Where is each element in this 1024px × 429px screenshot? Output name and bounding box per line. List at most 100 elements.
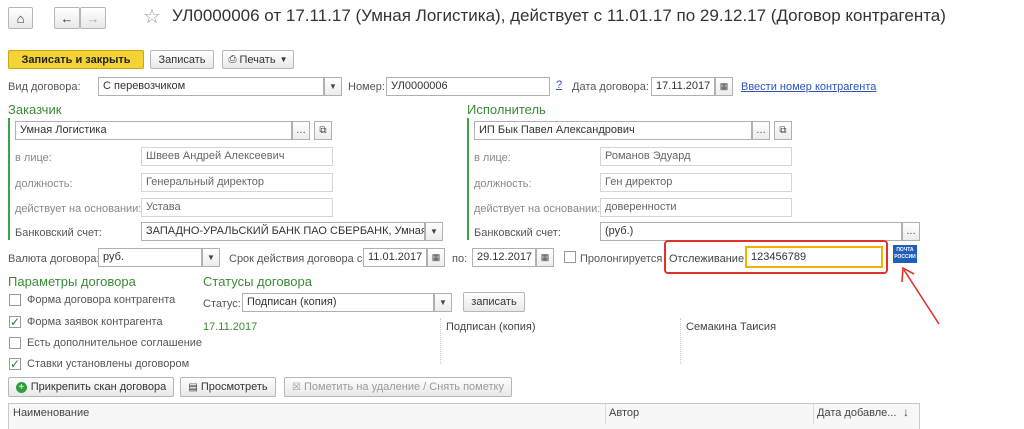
enter-counterparty-number-link[interactable]: Ввести номер контрагента [741,81,876,93]
customer-person-field[interactable]: Швеев Андрей Алексеевич [141,147,333,166]
chevron-down-icon: ▼ [439,298,447,307]
customer-bank-label: Банковский счет: [15,227,102,239]
customer-open-button[interactable]: ⧉ [314,121,332,140]
plus-icon: + [15,381,27,393]
status-field[interactable]: Подписан (копия) [242,293,434,312]
table-header-date[interactable]: Дата добавле... [817,407,896,419]
back-button[interactable]: ← [54,7,80,29]
preview-icon: ▤ [188,381,198,393]
print-button[interactable]: ⎙ Печать ▼ [222,50,294,69]
period-from-label: Срок действия договора с: [229,253,366,265]
prolong-label: Пролонгируется [580,253,663,265]
currency-label: Валюта договора: [8,253,100,265]
contract-type-field[interactable]: С перевозчиком [98,77,324,96]
home-button[interactable]: ⌂ [8,7,33,29]
executor-bank-select-button[interactable]: … [902,222,920,241]
calendar-button[interactable]: ▦ [715,77,733,96]
back-arrow-icon: ← [60,10,74,26]
chevron-down-icon: ▼ [329,82,337,91]
param-label-0: Форма договора контрагента [27,294,176,306]
executor-basis-field[interactable]: доверенности [600,198,792,217]
param-checkbox-1[interactable]: ✓ [9,316,21,328]
param-label-2: Есть дополнительное соглашение [27,337,203,349]
param-label-1: Форма заявок контрагента [27,316,163,328]
status-date: 17.11.2017 [203,321,258,333]
executor-section-line [467,118,469,240]
period-to-calendar-button[interactable]: ▦ [536,248,554,267]
period-to-field[interactable]: 29.12.2017 [472,248,536,267]
russian-post-logo[interactable]: ПОЧТА РОССИИ [893,245,917,263]
customer-position-label: должность: [15,178,73,190]
view-label: Просмотреть [200,381,268,393]
customer-basis-field[interactable]: Устава [141,198,333,217]
executor-person-field[interactable]: Романов Эдуард [600,147,792,166]
status-dropdown[interactable]: ▼ [434,293,452,312]
executor-person-label: в лице: [474,152,511,164]
calendar-icon: ▦ [719,81,729,91]
chevron-down-icon: ▼ [279,55,288,64]
home-icon: ⌂ [16,10,25,26]
russian-post-logo-line2: РОССИИ [894,254,916,260]
params-section-title: Параметры договора [8,274,136,289]
customer-select-button[interactable]: … [292,121,310,140]
executor-bank-label: Банковский счет: [474,227,561,239]
page-title: УЛ0000006 от 17.11.17 (Умная Логистика),… [172,6,946,25]
executor-position-field[interactable]: Ген директор [600,173,792,192]
number-field[interactable]: УЛ0000006 [386,77,550,96]
chevron-down-icon: ▼ [207,253,215,262]
customer-name-field[interactable]: Умная Логистика [15,121,292,140]
printer-icon: ⎙ [228,54,237,65]
table-header-divider [813,404,814,424]
forward-arrow-icon: → [86,10,100,26]
executor-basis-label: действует на основании: [474,203,601,215]
customer-bank-field[interactable]: ЗАПАДНО-УРАЛЬСКИЙ БАНК ПАО СБЕРБАНК, Умн… [141,222,425,241]
attach-scan-button[interactable]: + Прикрепить скан договора [8,377,174,397]
executor-bank-field[interactable]: (руб.) [600,222,902,241]
help-link[interactable]: ? [556,79,562,91]
status-author: Семакина Таисия [686,321,777,333]
open-icon: ⧉ [319,125,327,136]
currency-dropdown[interactable]: ▼ [202,248,220,267]
contract-type-dropdown[interactable]: ▼ [324,77,342,96]
tracking-label: Отслеживание: [669,253,748,265]
save-button[interactable]: Записать [150,50,214,69]
period-from-field[interactable]: 11.01.2017 [363,248,427,267]
status-text: Подписан (копия) [446,321,536,333]
period-from-calendar-button[interactable]: ▦ [427,248,445,267]
param-checkbox-0[interactable] [9,294,21,306]
tracking-field[interactable]: 123456789 [745,246,883,268]
view-button[interactable]: ▤ Просмотреть [180,377,276,397]
param-label-3: Ставки установлены договором [27,358,190,370]
customer-bank-dropdown[interactable]: ▼ [425,222,443,241]
mark-delete-button[interactable]: ☒ Пометить на удаление / Снять пометку [284,377,512,397]
mark-delete-label: Пометить на удаление / Снять пометку [303,381,504,393]
table-header-name[interactable]: Наименование [13,407,89,419]
period-to-label: по: [452,253,468,265]
save-close-button[interactable]: Записать и закрыть [8,50,144,69]
table-header-divider [605,404,606,424]
contract-date-label: Дата договора: [572,81,649,93]
status-column-divider [680,318,681,364]
customer-section-title: Заказчик [8,102,62,117]
executor-name-field[interactable]: ИП Бык Павел Александрович [474,121,752,140]
customer-position-field[interactable]: Генеральный директор [141,173,333,192]
table-header-author[interactable]: Автор [609,407,639,419]
number-label: Номер: [348,81,385,93]
executor-section-title: Исполнитель [467,102,546,117]
executor-position-label: должность: [474,178,532,190]
executor-open-button[interactable]: ⧉ [774,121,792,140]
param-checkbox-2[interactable] [9,337,21,349]
currency-field[interactable]: руб. [98,248,202,267]
executor-select-button[interactable]: … [752,121,770,140]
status-save-button[interactable]: записать [463,292,525,312]
favorite-star-icon[interactable]: ☆ [143,4,161,29]
status-column-divider [440,318,441,364]
contract-date-field[interactable]: 17.11.2017 [651,77,715,96]
param-checkbox-3[interactable]: ✓ [9,358,21,370]
mark-delete-icon: ☒ [292,381,301,393]
customer-section-line [8,118,10,240]
prolong-checkbox[interactable] [564,251,576,263]
calendar-icon: ▦ [431,252,441,262]
sort-down-arrow-icon[interactable]: ↓ [903,405,909,419]
forward-button[interactable]: → [80,7,106,29]
